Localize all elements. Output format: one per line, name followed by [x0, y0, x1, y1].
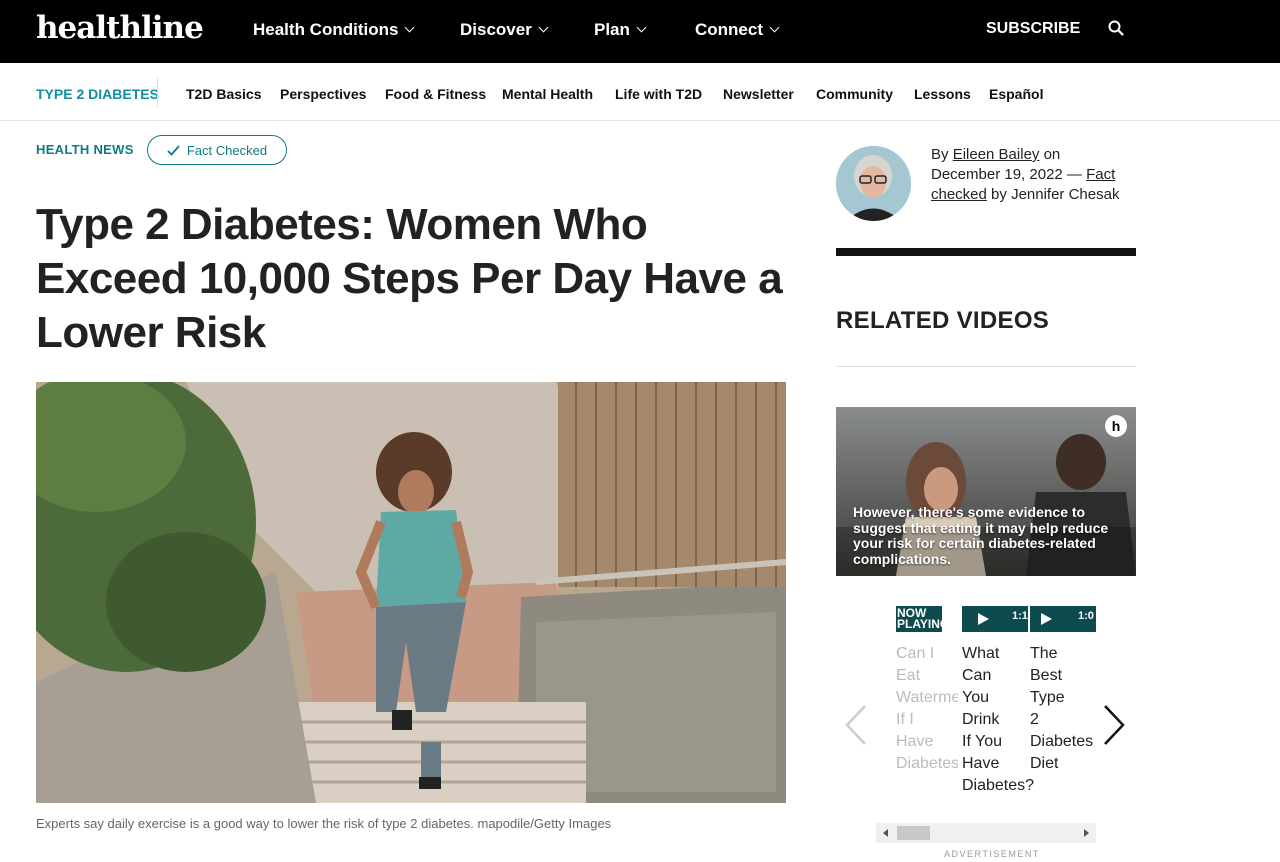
- byline-by: By: [931, 146, 949, 163]
- horizontal-scrollbar[interactable]: [876, 823, 1096, 843]
- play-icon: [1041, 613, 1052, 625]
- byline: By Eileen Bailey on December 19, 2022 — …: [931, 145, 1121, 205]
- section-link-type2-diabetes[interactable]: TYPE 2 DIABETES: [36, 86, 159, 102]
- image-caption: Experts say daily exercise is a good way…: [36, 816, 612, 831]
- related-videos-heading: RELATED VIDEOS: [836, 307, 1050, 334]
- fact-checked-badge[interactable]: Fact Checked: [147, 135, 287, 165]
- subscribe-link[interactable]: SUBSCRIBE: [986, 20, 1080, 38]
- nav-discover[interactable]: Discover: [460, 20, 549, 40]
- nav-label: Discover: [460, 20, 532, 39]
- checkmark-icon: [167, 144, 180, 156]
- section-divider: [157, 78, 158, 106]
- search-icon[interactable]: [1108, 20, 1124, 36]
- byline-divider: [836, 248, 1136, 256]
- video-caption: However, there's some evidence to sugges…: [853, 504, 1109, 567]
- video-card-title-3[interactable]: The Best Type 2 Diabetes Diet: [1030, 643, 1098, 775]
- advertisement-label: ADVERTISEMENT: [944, 849, 1040, 859]
- subnav-community[interactable]: Community: [816, 86, 893, 102]
- video-thumb-1[interactable]: NOW PLAYING: [896, 606, 942, 632]
- duration-label: 1:1: [1012, 610, 1028, 622]
- video-card-title-1[interactable]: Can I Eat Watermelon If I Have Diabetes?: [896, 643, 958, 775]
- related-videos-rule: [836, 366, 1136, 367]
- video-thumb-2[interactable]: 1:1: [962, 606, 1028, 632]
- article-category[interactable]: HEALTH NEWS: [36, 142, 134, 157]
- video-thumb-3[interactable]: 1:0: [1030, 606, 1096, 632]
- section-nav: TYPE 2 DIABETES T2D Basics Perspectives …: [0, 63, 1280, 121]
- publish-date: December 19, 2022: [931, 166, 1063, 183]
- duration-label: 1:0: [1078, 610, 1094, 622]
- nav-label: Health Conditions: [253, 20, 399, 39]
- chevron-down-icon: [538, 22, 549, 33]
- author-avatar[interactable]: [836, 146, 911, 221]
- nav-label: Plan: [594, 20, 630, 39]
- fact-checked-label: Fact Checked: [186, 142, 268, 158]
- video-player[interactable]: h However, there's some evidence to sugg…: [836, 407, 1136, 576]
- now-playing-label: NOW PLAYING: [897, 606, 942, 631]
- nav-plan[interactable]: Plan: [594, 20, 647, 40]
- video-card-title-2[interactable]: What Can You Drink If You Have Diabetes?: [962, 643, 1034, 797]
- fact-checker-name: Jennifer Chesak: [1011, 186, 1120, 203]
- subnav-mental-health[interactable]: Mental Health: [502, 86, 593, 102]
- carousel-next-icon[interactable]: [1101, 703, 1127, 747]
- byline-dash: —: [1066, 166, 1082, 183]
- scroll-left-icon[interactable]: [881, 828, 891, 838]
- byline-by-2: by: [991, 186, 1007, 203]
- chevron-down-icon: [405, 22, 415, 33]
- nav-health-conditions[interactable]: Health Conditions: [253, 20, 415, 40]
- scrollbar-thumb[interactable]: [897, 826, 930, 840]
- nav-connect[interactable]: Connect: [695, 20, 780, 40]
- play-icon: [978, 613, 989, 625]
- subnav-food-fitness[interactable]: Food & Fitness: [385, 86, 486, 102]
- healthline-logo[interactable]: healthline: [36, 10, 204, 46]
- subnav-lessons[interactable]: Lessons: [914, 86, 971, 102]
- healthline-h-icon: h: [1105, 415, 1127, 437]
- chevron-down-icon: [769, 22, 780, 33]
- subnav-newsletter[interactable]: Newsletter: [723, 86, 794, 102]
- top-nav: healthline Health Conditions Discover Pl…: [0, 0, 1280, 63]
- subnav-life-with-t2d[interactable]: Life with T2D: [615, 86, 702, 102]
- carousel-prev-icon[interactable]: [843, 703, 869, 747]
- scroll-right-icon[interactable]: [1081, 828, 1091, 838]
- chevron-down-icon: [636, 22, 647, 33]
- subnav-t2d-basics[interactable]: T2D Basics: [186, 86, 261, 102]
- nav-label: Connect: [695, 20, 763, 39]
- subnav-perspectives[interactable]: Perspectives: [280, 86, 366, 102]
- subnav-espanol[interactable]: Español: [989, 86, 1043, 102]
- hero-image: [36, 382, 786, 803]
- byline-on: on: [1043, 146, 1061, 163]
- page-title: Type 2 Diabetes: Women Who Exceed 10,000…: [36, 200, 783, 357]
- author-link[interactable]: Eileen Bailey: [953, 146, 1040, 163]
